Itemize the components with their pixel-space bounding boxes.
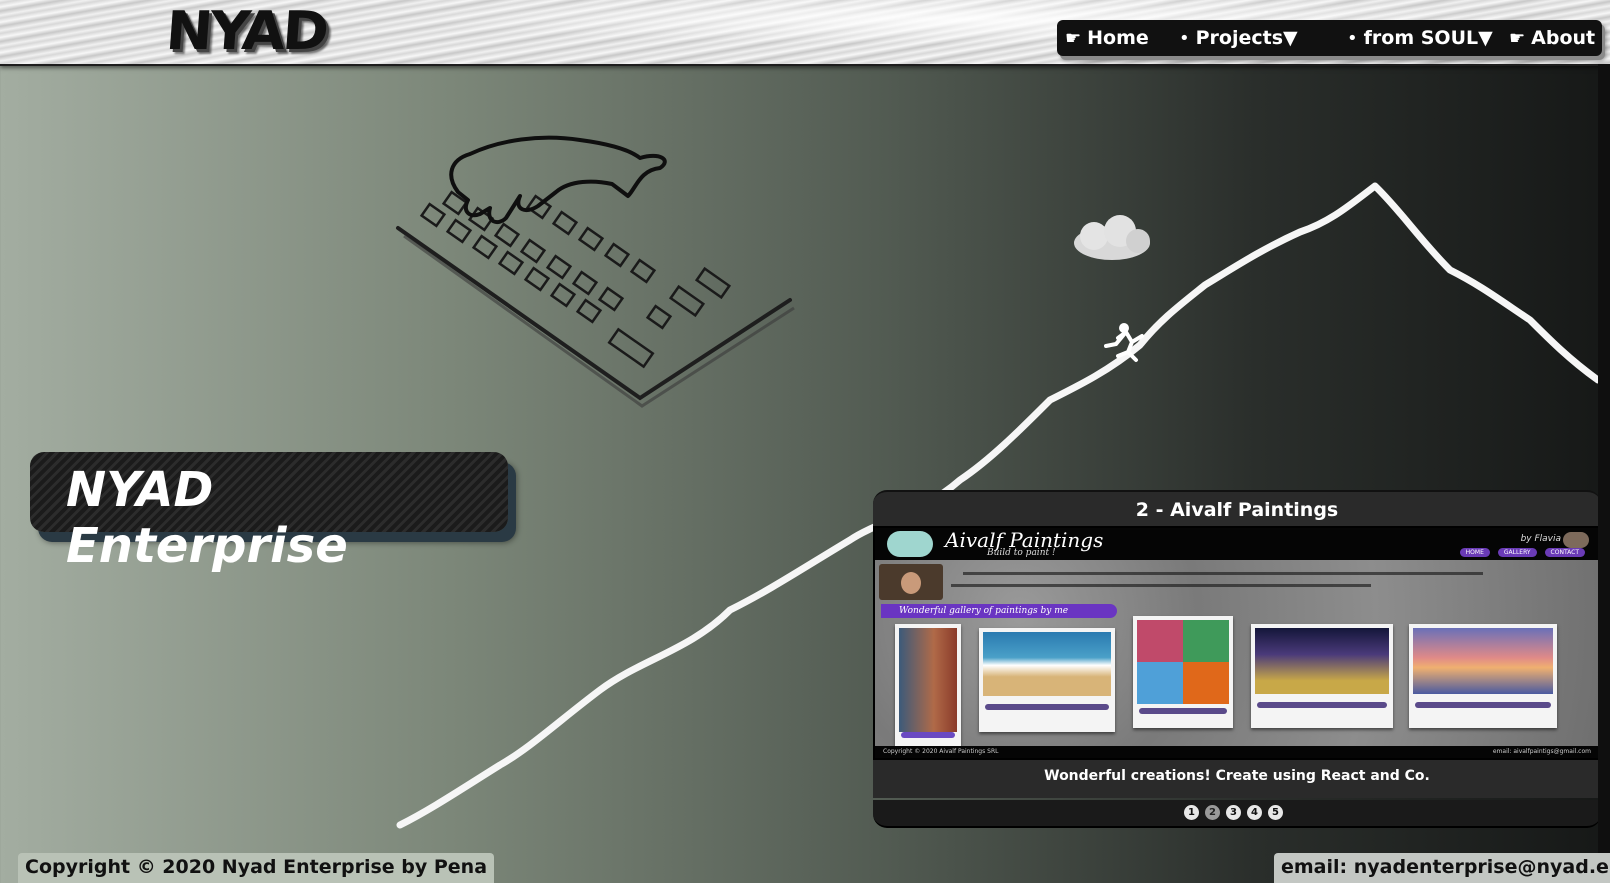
preview-painting-thumb (1251, 624, 1393, 728)
preview-painting-thumb (1133, 616, 1233, 728)
nav-projects[interactable]: • Projects▼ (1179, 20, 1298, 56)
preview-logo (887, 531, 933, 557)
preview-by-label: by Flavia (1520, 534, 1561, 544)
preview-body: Wonderful gallery of paintings by me (875, 560, 1599, 748)
preview-text-line (951, 584, 1371, 587)
preview-footer-email: email: aivalfpaintigs@gmail.com (1492, 748, 1591, 755)
preview-menu: HOME GALLERY CONTACT (1459, 548, 1585, 557)
climber-figure (1104, 323, 1144, 362)
preview-site-subtitle: Build to paint ! (987, 548, 1056, 558)
carousel-title-bar: 2 - Aivalf Paintings (873, 490, 1601, 528)
nav-about[interactable]: ☛ About (1509, 20, 1595, 56)
preview-painting-thumb (1409, 624, 1557, 728)
carousel-dot-1[interactable]: 1 (1184, 805, 1199, 820)
bullet-icon: • (1347, 28, 1358, 49)
nav-about-label: About (1531, 27, 1596, 49)
keyboard-illustration (396, 135, 795, 408)
nav-projects-label: Projects▼ (1195, 27, 1298, 49)
hero-title: NYAD Enterprise (66, 462, 348, 574)
projects-carousel: 2 - Aivalf Paintings Aivalf Paintings Bu… (873, 490, 1601, 836)
bullet-icon: • (1179, 28, 1190, 49)
carousel-caption: Wonderful creations! Create using React … (1044, 768, 1430, 784)
preview-painting-thumb (895, 624, 961, 748)
nav-home-label: Home (1087, 27, 1149, 49)
footer-email[interactable]: email: nyadenterprise@nyad.eu (1274, 853, 1610, 883)
carousel-dot-2[interactable]: 2 (1205, 805, 1220, 820)
carousel-dot-3[interactable]: 3 (1226, 805, 1241, 820)
cloud-icon (1074, 215, 1150, 260)
carousel-dot-5[interactable]: 5 (1268, 805, 1283, 820)
carousel-slide-preview[interactable]: Aivalf Paintings Build to paint ! by Fla… (873, 526, 1601, 760)
preview-gallery-tag: Wonderful gallery of paintings by me (881, 604, 1117, 618)
preview-header: Aivalf Paintings Build to paint ! by Fla… (875, 528, 1599, 560)
carousel-pagination: 1 2 3 4 5 (873, 800, 1601, 828)
preview-footer-copyright: Copyright © 2020 Aivalf Paintings SRL (883, 748, 999, 755)
footer-copyright: Copyright © 2020 Nyad Enterprise by Pena (18, 853, 495, 883)
hero-title-badge: NYAD Enterprise (30, 452, 508, 574)
site-logo[interactable]: NYAD (164, 1, 328, 63)
carousel-caption-bar: Wonderful creations! Create using React … (873, 760, 1601, 798)
page-edge (1598, 64, 1610, 875)
preview-avatar (1563, 532, 1589, 548)
carousel-dot-4[interactable]: 4 (1247, 805, 1262, 820)
preview-footer: Copyright © 2020 Aivalf Paintings SRL em… (875, 746, 1599, 758)
preview-menu-home: HOME (1459, 548, 1490, 557)
pointing-hand-icon: ☛ (1065, 28, 1082, 49)
preview-text-line (963, 572, 1483, 575)
preview-menu-gallery: GALLERY (1497, 548, 1537, 557)
preview-menu-contact: CONTACT (1544, 548, 1585, 557)
site-header: NYAD ☛ Home • Projects▼ • from SOUL▼ ☛ About (0, 0, 1610, 66)
nav-home[interactable]: ☛ Home (1065, 20, 1149, 56)
carousel-slide-title: 2 - Aivalf Paintings (1135, 499, 1339, 521)
pointing-hand-icon: ☛ (1509, 28, 1526, 49)
preview-painting-thumb (979, 628, 1115, 732)
nav-from-soul-label: from SOUL▼ (1363, 27, 1493, 49)
preview-portrait (879, 564, 943, 600)
main-nav: ☛ Home • Projects▼ • from SOUL▼ ☛ About (1057, 20, 1602, 56)
nav-from-soul[interactable]: • from SOUL▼ (1347, 20, 1493, 56)
